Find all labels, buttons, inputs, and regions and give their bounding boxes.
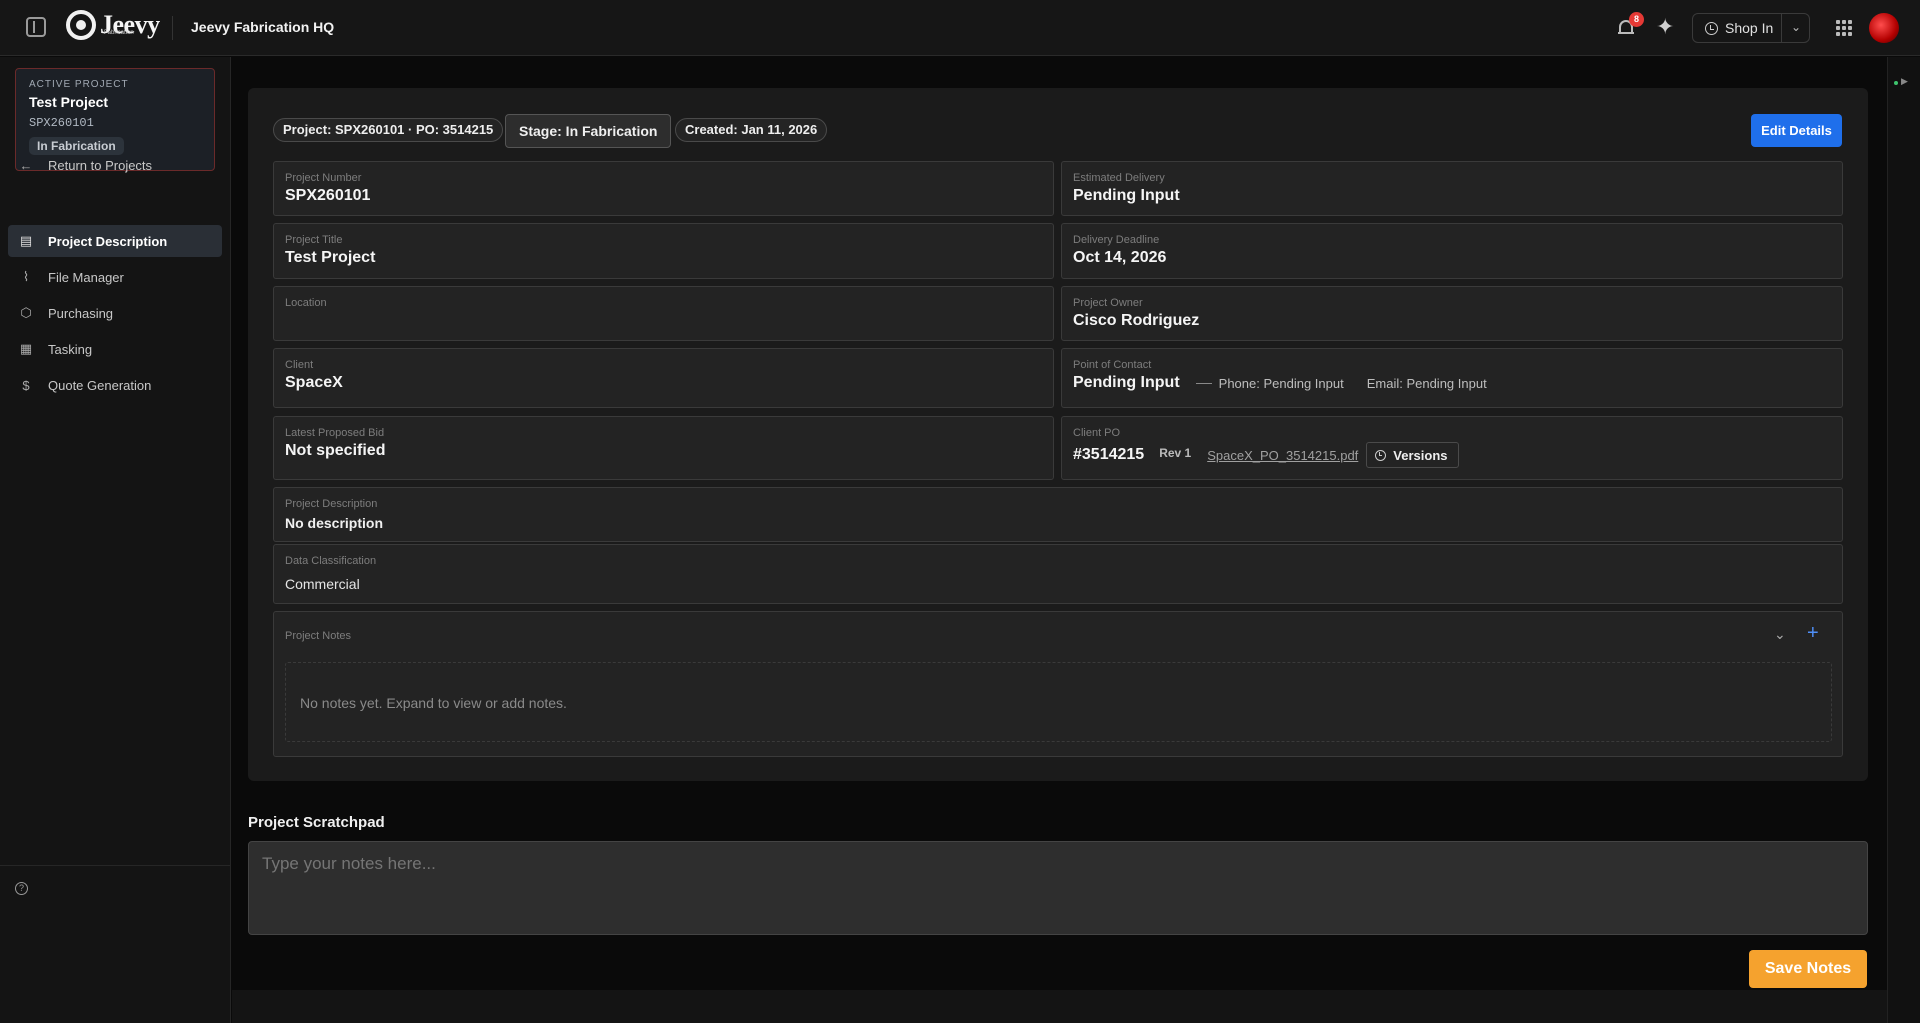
field-label: Client (285, 359, 314, 371)
versions-label: Versions (1393, 447, 1448, 463)
paperclip-icon: ⌇ (22, 269, 30, 284)
project-title-field: Project Title Test Project (273, 223, 1054, 279)
right-rail: ▶ (1887, 57, 1920, 1023)
logo-subtitle: Fabrication (104, 30, 134, 36)
versions-button[interactable]: Versions (1366, 442, 1459, 468)
po-number: #3514215 (1073, 446, 1145, 463)
created-tag: Created: Jan 11, 2026 (675, 118, 828, 142)
field-label: Estimated Delivery (1073, 172, 1165, 184)
footer-strip (232, 990, 1887, 1023)
project-owner-field: Project Owner Cisco Rodriguez (1061, 286, 1843, 341)
project-description-field: Project Description No description (273, 487, 1843, 542)
field-label: Delivery Deadline (1073, 234, 1160, 246)
sidebar-item-file-manager[interactable]: ⌇ File Manager (8, 261, 222, 293)
field-label: Project Number (285, 172, 362, 184)
sidebar-item-tasking[interactable]: ▦ Tasking (8, 333, 222, 365)
field-label: Location (285, 297, 327, 309)
add-note-icon[interactable]: + (1807, 622, 1819, 645)
arrow-left-icon: ← (19, 157, 33, 173)
sidebar-divider (0, 865, 230, 866)
box-icon: ⬡ (20, 305, 32, 320)
notes-label: Project Notes (285, 630, 352, 642)
data-classification-field: Data Classification Commercial (273, 544, 1843, 604)
field-label: Project Title (285, 234, 343, 246)
delivery-deadline-field: Delivery Deadline Oct 14, 2026 (1061, 223, 1843, 279)
project-number-field: Project Number SPX260101 (273, 161, 1054, 216)
field-value: SPX260101 (285, 187, 371, 204)
location-field: Location (273, 286, 1054, 341)
org-name: Jeevy Fabrication HQ (191, 19, 335, 35)
active-project-code: SPX260101 (29, 116, 94, 130)
scratchpad-title: Project Scratchpad (248, 814, 385, 831)
sidebar-item-return-to-projects[interactable]: ← Return to Projects (8, 149, 222, 181)
field-value: Not specified (285, 442, 386, 459)
sidebar-item-label: Return to Projects (48, 157, 153, 173)
field-label: Project Description (285, 498, 378, 510)
po-file-link[interactable]: SpaceX_PO_3514215.pdf (1207, 448, 1358, 463)
sidebar-item-quote-generation[interactable]: $ Quote Generation (8, 369, 222, 401)
avatar[interactable] (1869, 13, 1899, 43)
project-notes-section: Project Notes ⌄ + No notes yet. Expand t… (273, 611, 1843, 757)
po-revision: Rev 1 (1159, 446, 1192, 460)
field-value: Cisco Rodriguez (1073, 312, 1200, 329)
latest-bid-field: Latest Proposed Bid Not specified (273, 416, 1054, 480)
stage-button[interactable]: Stage: In Fabrication (505, 114, 672, 148)
logo-mark-icon (66, 10, 96, 40)
point-of-contact-field: Point of Contact Pending Input Phone: Pe… (1061, 348, 1843, 408)
apps-grid-icon[interactable] (1836, 20, 1852, 36)
sidebar-item-project-description[interactable]: ▤ Project Description (8, 225, 222, 257)
active-project-title: Test Project (29, 94, 109, 110)
contact-email: Email: Pending Input (1366, 375, 1487, 391)
sidebar-toggle-icon[interactable] (26, 17, 46, 37)
shop-in-button[interactable]: Shop In ⌄ (1692, 13, 1810, 43)
sparkle-icon[interactable]: ✦ (1656, 14, 1674, 40)
expand-arrow-icon[interactable]: ▶ (1901, 76, 1908, 87)
document-icon: ▤ (19, 233, 33, 248)
contact-phone: Phone: Pending Input (1218, 375, 1344, 391)
sidebar-item-label: File Manager (48, 269, 124, 285)
edit-details-button[interactable]: Edit Details (1751, 114, 1842, 147)
history-icon (1375, 449, 1387, 461)
field-value: Pending Input (1073, 187, 1180, 204)
sidebar-item-label: Purchasing (48, 305, 114, 321)
notes-empty-state: No notes yet. Expand to view or add note… (285, 662, 1832, 742)
client-po-field: Client PO #3514215 Rev 1 SpaceX_PO_35142… (1061, 416, 1843, 480)
client-field: Client SpaceX (273, 348, 1054, 408)
scratchpad-input[interactable] (248, 841, 1868, 935)
estimated-delivery-field: Estimated Delivery Pending Input (1061, 161, 1843, 216)
field-label: Project Owner (1073, 297, 1143, 309)
table-icon: ▦ (19, 341, 33, 356)
field-label: Client PO (1073, 427, 1121, 439)
field-value: Test Project (285, 249, 376, 266)
sidebar-item-label: Tasking (48, 341, 93, 357)
field-value: Pending Input (1073, 374, 1180, 391)
dollar-icon: $ (22, 377, 30, 393)
top-bar: Jeevy Fabrication Jeevy Fabrication HQ 8… (0, 0, 1920, 56)
header-divider (172, 16, 173, 40)
field-value: No description (285, 515, 384, 531)
field-label: Point of Contact (1073, 359, 1152, 371)
sidebar-item-label: Quote Generation (48, 377, 152, 393)
shop-in-label: Shop In (1725, 20, 1774, 36)
status-dot-icon (1894, 81, 1898, 85)
chevron-down-icon[interactable]: ⌄ (1791, 20, 1801, 34)
help-icon[interactable]: ? (15, 882, 28, 895)
project-po-tag: Project: SPX260101 · PO: 3514215 (273, 118, 504, 142)
field-label: Latest Proposed Bid (285, 427, 385, 439)
active-project-label: ACTIVE PROJECT (29, 79, 129, 90)
sidebar-item-label: Project Description (48, 233, 168, 249)
sidebar: ACTIVE PROJECT Test Project SPX260101 In… (0, 57, 231, 1023)
field-value: Oct 14, 2026 (1073, 249, 1167, 266)
field-value: SpaceX (285, 374, 343, 391)
save-notes-button[interactable]: Save Notes (1749, 950, 1867, 988)
field-label: Data Classification (285, 555, 377, 567)
chevron-down-icon[interactable]: ⌄ (1774, 626, 1786, 643)
clock-icon (1705, 21, 1718, 35)
field-value: Commercial (285, 576, 360, 592)
notification-badge: 8 (1629, 12, 1644, 27)
separator-dash (1195, 382, 1212, 384)
sidebar-item-purchasing[interactable]: ⬡ Purchasing (8, 297, 222, 329)
